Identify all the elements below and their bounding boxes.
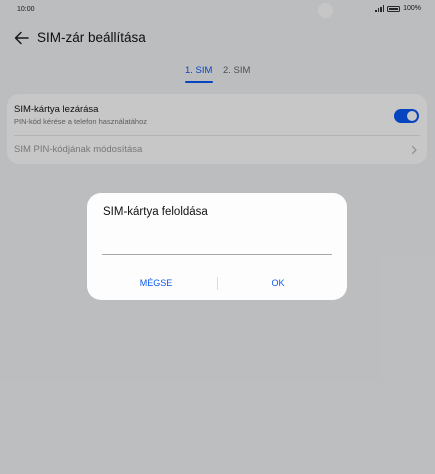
dialog-title: SIM-kártya feloldása <box>103 206 208 218</box>
ok-button[interactable]: OK <box>223 273 333 293</box>
pin-input[interactable] <box>102 229 332 255</box>
cancel-button[interactable]: MÉGSE <box>101 273 211 293</box>
unlock-sim-dialog: SIM-kártya feloldása MÉGSE OK <box>87 193 347 300</box>
screen: 10:00 100% SIM-zár beállítása 1. SIM 2. … <box>0 0 435 474</box>
dialog-button-divider <box>217 277 218 290</box>
